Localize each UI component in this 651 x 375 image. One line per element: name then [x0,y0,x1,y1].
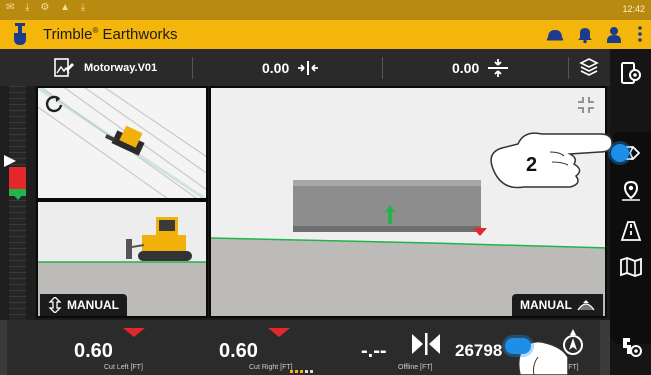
operator-icon[interactable] [604,24,624,44]
plan-view[interactable] [36,86,208,200]
layers-icon[interactable] [579,57,599,77]
callout-step-number: 2 [526,154,538,176]
touch-indicator-bottom [505,338,531,354]
blade-arrow-icon [11,192,25,200]
offline-label: Offline [FT] [398,364,433,371]
cross-section-view[interactable]: MANUAL [209,86,607,318]
horizontal-offset-value: 0.00 [262,59,290,76]
right-toolbar [610,49,651,375]
design-file-icon [54,57,74,77]
machine-settings-icon[interactable] [619,335,643,359]
device-settings-icon[interactable] [619,61,643,85]
design-selector[interactable]: Motorway.V01 [52,49,157,86]
collapse-view-icon[interactable] [577,96,595,114]
page-dots [290,370,313,373]
app-bar: Trimble® Earthworks [0,20,651,49]
scroll-right-handle[interactable] [600,320,610,375]
vertical-offset-icon [488,58,509,77]
cut-right-label: Cut Right [FT] [249,364,293,371]
notification-icons: ✉ ⤓ ⚙ ▲ ⤓ [6,2,90,13]
refresh-icon[interactable] [44,94,64,114]
profile-mode-text: MANUAL [67,298,119,312]
cut-left-value[interactable]: 0.60 [74,340,113,363]
vertical-arrows-icon [48,297,62,313]
cut-left-indicator [123,328,145,337]
clock: 12:42 [622,4,645,14]
app-title: Trimble® Earthworks [43,26,178,43]
helmet-icon[interactable] [545,24,565,44]
info-bar: Motorway.V01 0.00 0.00 [0,49,610,86]
profile-mode-label[interactable]: MANUAL [40,294,127,316]
tap-hand-overlay [490,132,613,189]
elevation-scale [9,86,26,320]
tap-hand-overlay-bottom [517,340,569,375]
system-status-bar: ✉ ⤓ ⚙ ▲ ⤓ 12:42 [0,0,651,20]
design-name: Motorway.V01 [84,61,158,74]
cut-right-value[interactable]: 0.60 [219,340,258,363]
road-view-icon[interactable] [619,219,643,243]
horizontal-offset-icon [298,60,319,75]
cut-left-label: Cut Left [FT] [104,364,143,371]
bell-icon[interactable] [575,24,595,44]
shovel-logo-icon [14,23,26,45]
cross-section-mode-label[interactable]: MANUAL [512,294,603,316]
cut-zone-indicator [9,167,26,189]
cross-section-mode-text: MANUAL [520,298,572,312]
blade [293,180,481,232]
cross-section-scene [211,88,605,316]
map-icon[interactable] [619,255,643,279]
vertical-offset[interactable]: 0.00 [452,49,509,86]
tilt-icon [577,300,595,311]
target-arrow-icon [4,155,16,167]
elevation-guidance-bar [0,86,35,320]
offline-icon [412,333,440,355]
profile-view[interactable]: MANUAL [36,200,208,318]
more-icon[interactable] [630,24,650,44]
touch-indicator [611,144,629,162]
scroll-left-handle[interactable] [0,320,7,375]
vertical-offset-value: 0.00 [452,59,480,76]
cut-right-indicator [268,328,290,337]
location-icon[interactable] [619,179,643,203]
horizontal-offset[interactable]: 0.00 [262,49,319,86]
offline-value[interactable]: -.-- [361,340,387,363]
